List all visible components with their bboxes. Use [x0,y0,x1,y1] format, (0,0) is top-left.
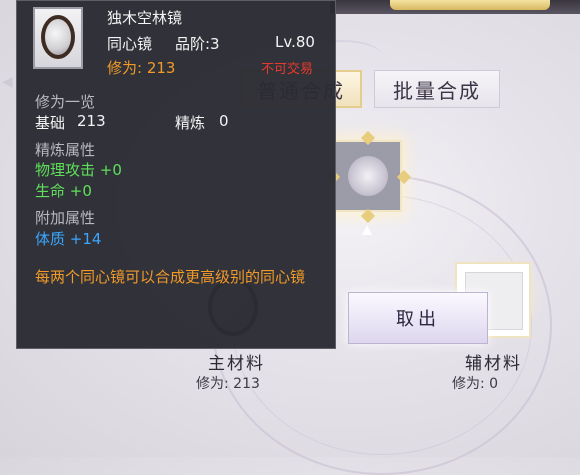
trade-status: 不可交易 [261,62,314,77]
extra-attr-line: 体质 +14 [35,230,102,248]
refine-attr-line: 物理攻击 +0 [35,161,122,179]
refine-label: 精炼 [175,114,206,132]
item-type: 同心镜 [107,35,153,53]
aux-material-label: 辅材料 [465,354,522,374]
aux-material-cultivation: 修为: 0 [452,376,499,392]
item-tooltip: 独木空林镜 同心镜 品阶:3 Lv.80 修为: 213 不可交易 修为一览 基… [16,0,336,349]
synthesis-note: 每两个同心镜可以合成更高级别的同心镜 [35,268,306,286]
back-arrow-icon[interactable]: ◀ [2,74,13,90]
mirror-emblem-icon [348,156,388,196]
main-material-label: 主材料 [208,354,265,374]
result-slot[interactable] [334,140,402,212]
item-cultivation: 修为: 213 [107,59,176,77]
tab-batch-synthesis[interactable]: 批量合成 [374,70,500,108]
extra-attrs-heading: 附加属性 [35,209,96,227]
item-grade: 品阶:3 [175,35,220,53]
item-icon-frame [33,7,83,69]
item-name: 独木空林镜 [107,9,183,27]
refine-attr-line: 生命 +0 [35,182,92,200]
refine-attrs-heading: 精炼属性 [35,141,96,159]
refine-value: 0 [219,112,229,130]
item-level: Lv.80 [275,33,315,51]
main-material-cultivation: 修为: 213 [196,376,260,392]
take-out-button[interactable]: 取出 [348,292,488,344]
arrow-up-icon [362,225,372,235]
base-value: 213 [77,112,106,130]
mirror-icon [41,15,75,59]
currency-bar [390,0,550,10]
base-label: 基础 [35,114,66,132]
overview-heading: 修为一览 [35,93,96,111]
